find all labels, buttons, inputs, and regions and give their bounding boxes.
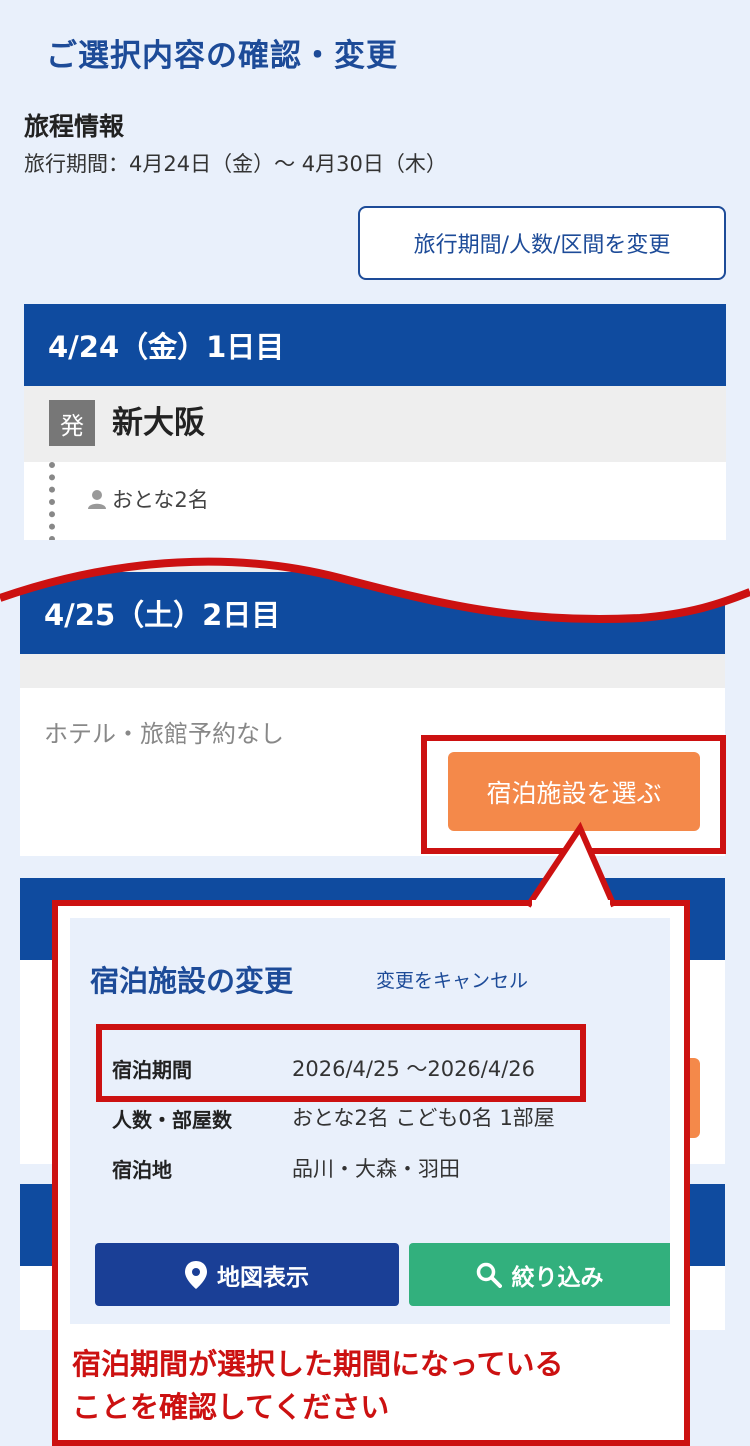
stay-period-highlight: [96, 1024, 586, 1102]
stay-area-label: 宿泊地: [112, 1158, 172, 1182]
person-icon: [88, 490, 106, 509]
departure-badge: 発: [49, 400, 95, 446]
annotation-line-2: ことを確認してください: [72, 1390, 390, 1424]
travel-period: 旅行期間：4月24日（金）～ 4月30日（木）: [24, 152, 447, 176]
search-icon: [476, 1262, 502, 1288]
day1-header: 4/24（金）1日目: [24, 304, 726, 386]
passenger-count: おとな2名: [86, 484, 209, 514]
hotel-change-title: 宿泊施設の変更: [90, 964, 294, 998]
day3-select-button-edge: [690, 1058, 700, 1138]
no-hotel-text: ホテル・旅館予約なし: [44, 720, 284, 748]
filter-label: 絞り込み: [511, 1264, 604, 1291]
callout-pointer: [525, 821, 617, 910]
map-view-label: 地図表示: [217, 1264, 309, 1291]
map-view-button[interactable]: 地図表示: [95, 1243, 399, 1306]
page-break-wave-line: [0, 540, 750, 624]
passenger-count-label: おとな2名: [112, 488, 209, 512]
itinerary-section-title: 旅程情報: [24, 112, 125, 141]
route-dotted-line: [49, 462, 55, 542]
map-pin-icon: [185, 1260, 207, 1289]
annotation-line-1: 宿泊期間が選択した期間になっている: [72, 1347, 564, 1381]
day2-spacer-row: [20, 654, 725, 688]
guests-rooms-value: おとな2名 こども0名 1部屋: [292, 1106, 555, 1130]
page-title: ご選択内容の確認・変更: [46, 38, 398, 74]
stay-area-value: 品川・大森・羽田: [292, 1157, 460, 1181]
departure-station: 新大阪: [112, 405, 205, 441]
cancel-change-link[interactable]: 変更をキャンセル: [376, 966, 528, 993]
guests-rooms-label: 人数・部屋数: [112, 1108, 232, 1132]
change-itinerary-button[interactable]: 旅行期間/人数/区間を変更: [358, 206, 726, 280]
day1-header-label: 4/24（金）1日目: [48, 330, 285, 364]
filter-button[interactable]: 絞り込み: [409, 1243, 670, 1306]
